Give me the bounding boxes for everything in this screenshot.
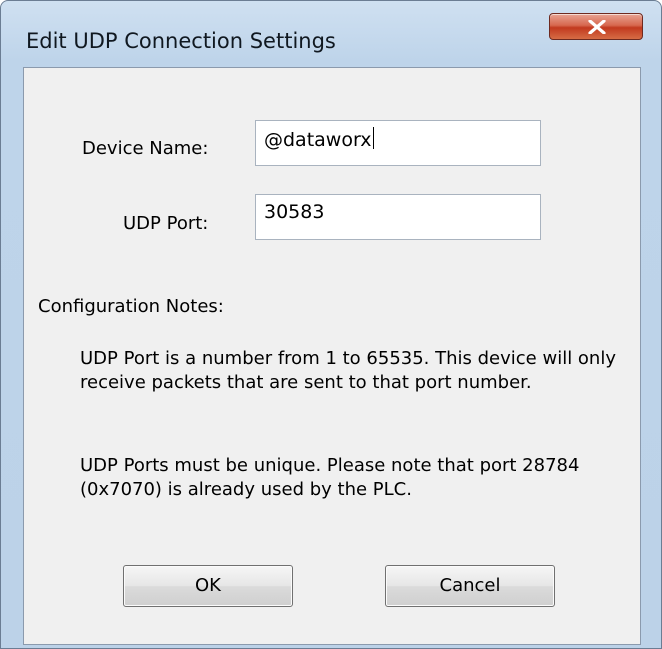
cancel-button[interactable]: Cancel xyxy=(385,565,555,607)
configuration-notes-header: Configuration Notes: xyxy=(38,296,224,317)
udp-port-input[interactable]: 30583 xyxy=(255,194,541,240)
ok-button[interactable]: OK xyxy=(123,565,293,607)
dialog-title: Edit UDP Connection Settings xyxy=(26,29,336,53)
title-bar[interactable]: Edit UDP Connection Settings xyxy=(1,1,661,53)
device-name-input[interactable]: @dataworx xyxy=(255,120,541,166)
udp-port-value: 30583 xyxy=(264,201,325,223)
text-caret xyxy=(372,127,374,149)
close-icon xyxy=(588,20,606,34)
device-name-value: @dataworx xyxy=(264,129,372,151)
udp-port-label: UDP Port: xyxy=(123,213,209,234)
close-button[interactable] xyxy=(549,13,643,40)
device-name-label: Device Name: xyxy=(82,138,209,159)
dialog-content: Device Name: @dataworx UDP Port: 30583 C… xyxy=(23,67,641,645)
dialog-window: Edit UDP Connection Settings Device Name… xyxy=(0,0,662,649)
configuration-note-port-unique: UDP Ports must be unique. Please note th… xyxy=(80,455,580,500)
configuration-note-port-range: UDP Port is a number from 1 to 65535. Th… xyxy=(80,348,616,393)
